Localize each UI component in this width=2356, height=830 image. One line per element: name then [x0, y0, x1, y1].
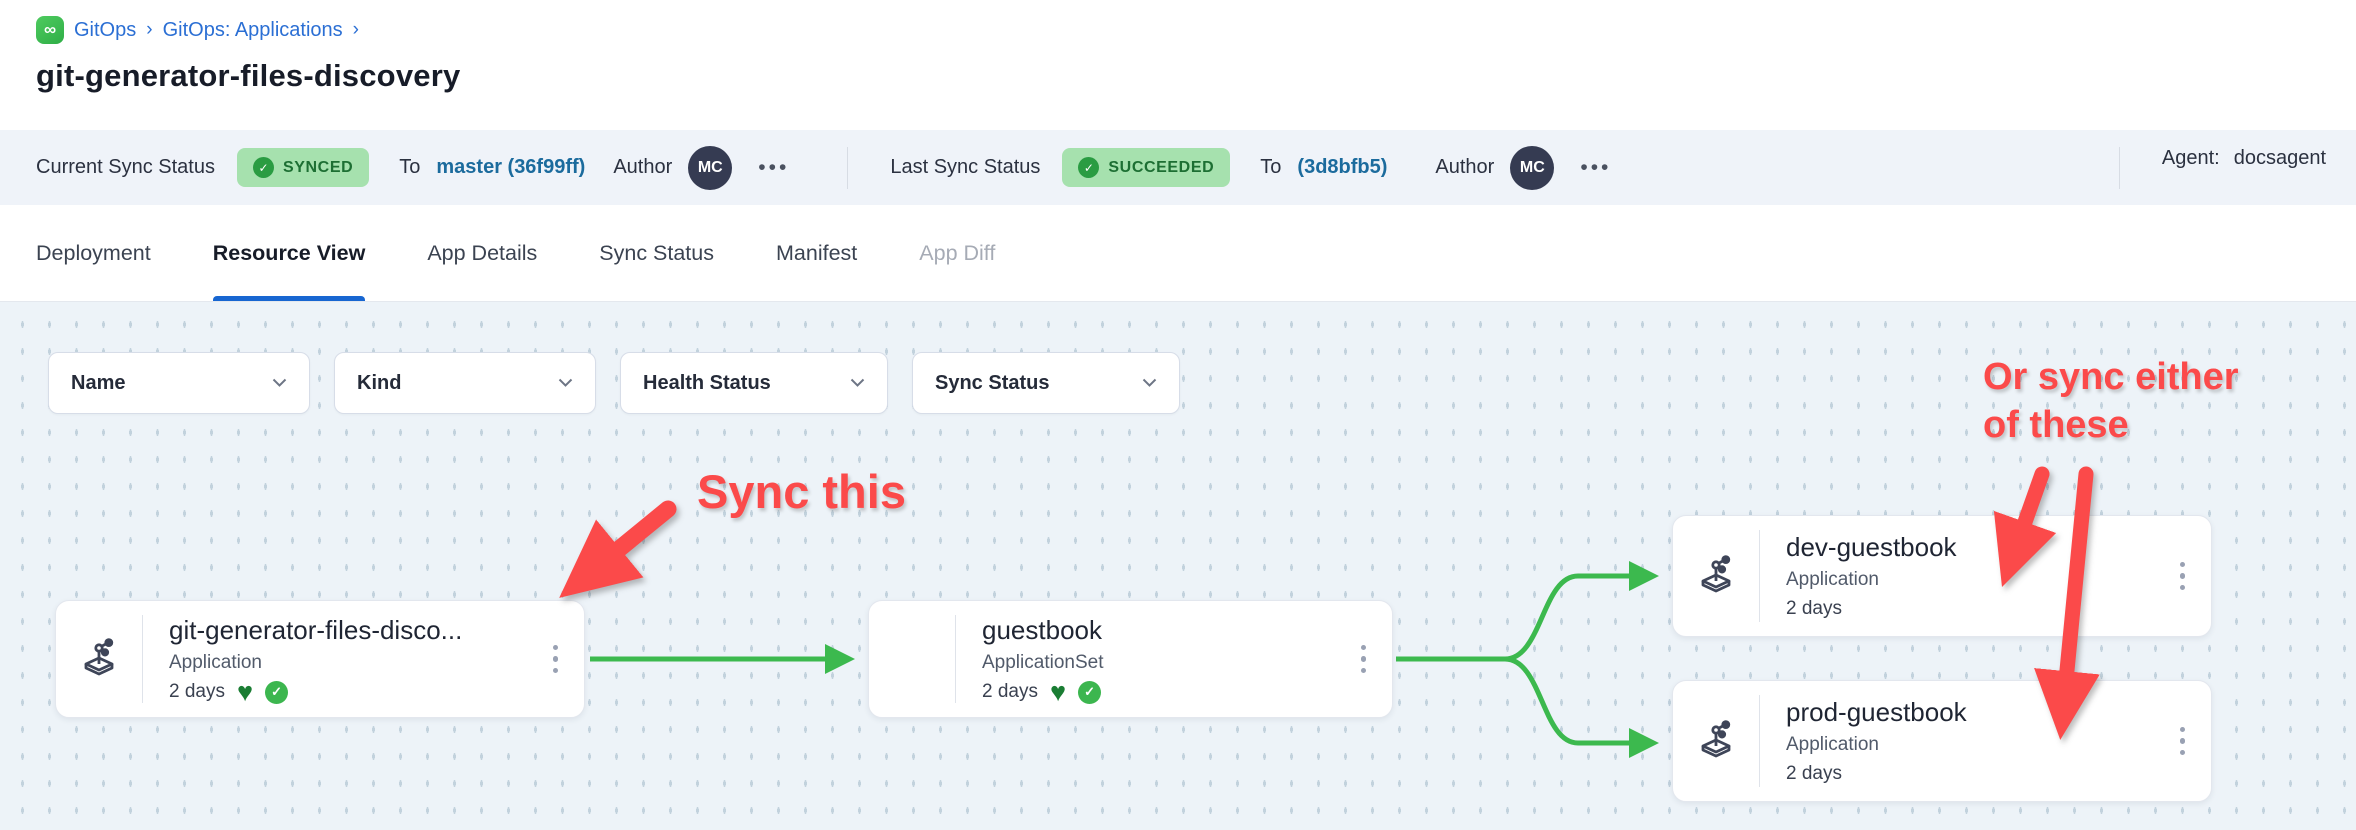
annotation-sync-this: Sync this	[697, 464, 906, 519]
breadcrumb-separator-icon: ›	[146, 19, 152, 41]
annotation-or-sync: Or sync either of these	[1983, 354, 2239, 450]
tab-resource-view[interactable]: Resource View	[213, 205, 366, 301]
tab-app-diff: App Diff	[919, 205, 995, 301]
breadcrumb-link-applications[interactable]: GitOps: Applications	[163, 19, 343, 42]
check-circle-icon: ✓	[1078, 157, 1099, 178]
filter-sync-status-label: Sync Status	[935, 372, 1049, 395]
breadcrumb: ∞ GitOps › GitOps: Applications ›	[36, 16, 2356, 44]
chevron-down-icon	[1142, 378, 1157, 388]
node-git-generator-files-discovery[interactable]: git-generator-files-disco... Application…	[55, 600, 585, 718]
annotation-arrow-sync-this	[575, 509, 668, 585]
node-info: dev-guestbook Application 2 days	[1760, 532, 2168, 620]
succeeded-badge-label: SUCCEEDED	[1108, 159, 1214, 177]
node-kind: ApplicationSet	[982, 652, 1349, 674]
connector-appset-to-prod	[1396, 659, 1652, 743]
health-heart-icon: ♥	[1050, 682, 1066, 702]
node-kind: Application	[1786, 734, 2168, 756]
tab-bar: Deployment Resource View App Details Syn…	[0, 205, 2356, 302]
statusbar-divider	[2119, 147, 2120, 189]
filter-bar: Name Kind Health Status Sync Status	[48, 352, 1180, 414]
chevron-down-icon	[850, 378, 865, 388]
node-kind: Application	[169, 652, 541, 674]
agent-value: docsagent	[2234, 147, 2326, 189]
succeeded-status-badge: ✓ SUCCEEDED	[1062, 148, 1230, 187]
node-info: git-generator-files-disco... Application…	[143, 615, 541, 704]
filter-health-status-label: Health Status	[643, 372, 771, 395]
last-more-options-icon[interactable]: •••	[1580, 156, 1611, 180]
current-to-label: To	[399, 156, 420, 179]
node-title: dev-guestbook	[1786, 532, 2168, 563]
annotation-or-sync-line1: Or sync either	[1983, 354, 2239, 402]
node-info: prod-guestbook Application 2 days	[1760, 697, 2168, 785]
node-menu-icon[interactable]	[553, 645, 559, 674]
current-author-label: Author	[613, 156, 672, 179]
check-circle-icon: ✓	[253, 157, 274, 178]
resource-graph-canvas[interactable]: Name Kind Health Status Sync Status	[0, 302, 2356, 830]
last-sync-status-label: Last Sync Status	[890, 156, 1040, 179]
filter-name-label: Name	[71, 372, 125, 395]
application-icon	[56, 635, 142, 683]
node-guestbook[interactable]: guestbook ApplicationSet 2 days ♥ ✓	[868, 600, 1393, 718]
tab-app-details[interactable]: App Details	[427, 205, 537, 301]
node-title: prod-guestbook	[1786, 697, 2168, 728]
node-age: 2 days	[1786, 598, 1842, 620]
current-more-options-icon[interactable]: •••	[758, 156, 789, 180]
current-author-avatar[interactable]: MC	[688, 146, 732, 190]
node-info: guestbook ApplicationSet 2 days ♥ ✓	[956, 615, 1349, 704]
application-icon	[1673, 552, 1759, 600]
sync-status-bar: Current Sync Status ✓ SYNCED To master (…	[0, 130, 2356, 205]
filter-kind-label: Kind	[357, 372, 401, 395]
breadcrumb-link-gitops[interactable]: GitOps	[74, 19, 136, 42]
node-menu-icon[interactable]	[2180, 562, 2186, 591]
gitops-logo-icon: ∞	[36, 16, 64, 44]
node-age: 2 days	[982, 681, 1038, 703]
connector-appset-to-dev	[1396, 576, 1652, 659]
filter-name[interactable]: Name	[48, 352, 310, 414]
application-icon	[1673, 717, 1759, 765]
node-kind: Application	[1786, 569, 2168, 591]
chevron-down-icon	[558, 378, 573, 388]
sync-check-icon: ✓	[265, 681, 288, 704]
node-menu-icon[interactable]	[1361, 645, 1367, 674]
filter-sync-status[interactable]: Sync Status	[912, 352, 1180, 414]
filter-kind[interactable]: Kind	[334, 352, 596, 414]
tab-manifest[interactable]: Manifest	[776, 205, 857, 301]
last-author-label: Author	[1435, 156, 1494, 179]
filter-health-status[interactable]: Health Status	[620, 352, 888, 414]
agent-label: Agent:	[2162, 147, 2220, 189]
current-sync-status-label: Current Sync Status	[36, 156, 215, 179]
synced-status-badge: ✓ SYNCED	[237, 148, 369, 187]
breadcrumb-separator-icon: ›	[353, 19, 359, 41]
current-commit-link[interactable]: master (36f99ff)	[436, 156, 585, 179]
page-header: ∞ GitOps › GitOps: Applications › git-ge…	[0, 0, 2356, 130]
synced-badge-label: SYNCED	[283, 159, 353, 177]
tab-deployment[interactable]: Deployment	[36, 205, 151, 301]
sync-check-icon: ✓	[1078, 681, 1101, 704]
tab-sync-status[interactable]: Sync Status	[599, 205, 714, 301]
node-age: 2 days	[1786, 763, 1842, 785]
node-age: 2 days	[169, 681, 225, 703]
node-dev-guestbook[interactable]: dev-guestbook Application 2 days	[1672, 515, 2212, 637]
node-title: guestbook	[982, 615, 1349, 646]
node-prod-guestbook[interactable]: prod-guestbook Application 2 days	[1672, 680, 2212, 802]
page-title: git-generator-files-discovery	[36, 58, 2356, 94]
last-to-label: To	[1260, 156, 1281, 179]
agent-info: Agent: docsagent	[2119, 147, 2326, 189]
annotation-or-sync-line2: of these	[1983, 402, 2239, 450]
chevron-down-icon	[272, 378, 287, 388]
statusbar-divider	[847, 147, 848, 189]
last-author-avatar[interactable]: MC	[1510, 146, 1554, 190]
node-title: git-generator-files-disco...	[169, 615, 541, 646]
last-commit-link[interactable]: (3d8bfb5)	[1297, 156, 1387, 179]
health-heart-icon: ♥	[237, 682, 253, 702]
node-menu-icon[interactable]	[2180, 727, 2186, 756]
